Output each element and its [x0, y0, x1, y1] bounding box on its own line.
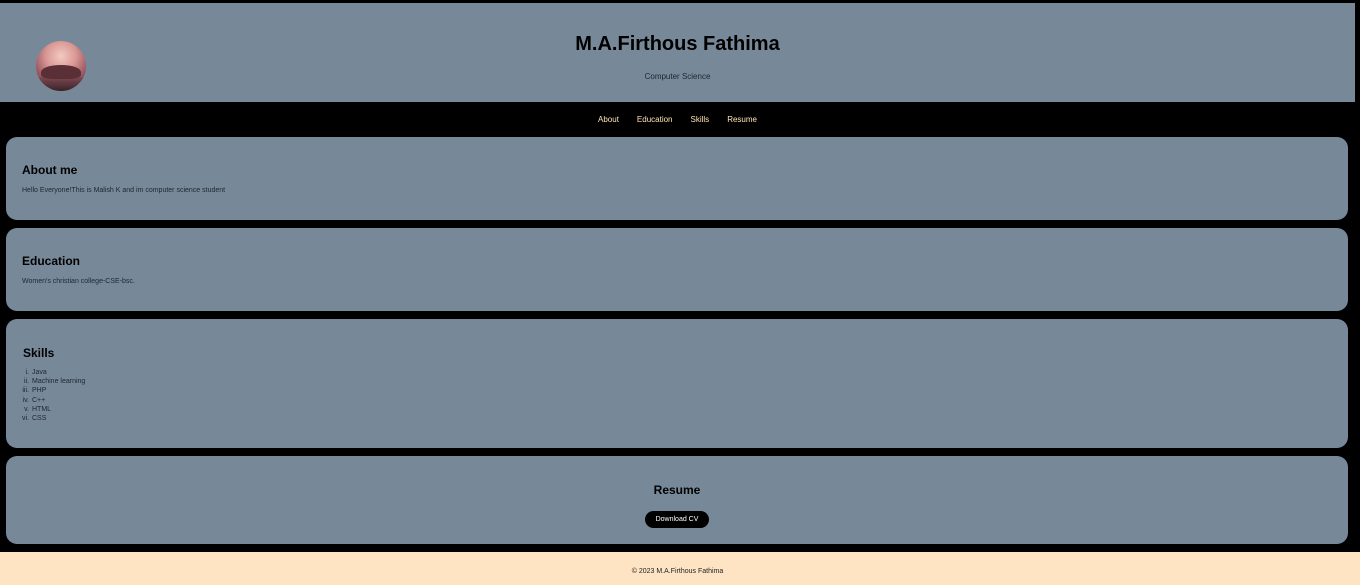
list-item: ii. Machine learning: [10, 377, 85, 386]
about-heading: About me: [22, 163, 78, 177]
list-item-number: iii.: [22, 387, 29, 395]
main-nav: About Education Skills Resume: [0, 114, 1355, 126]
list-item-number: v.: [24, 405, 29, 413]
list-item-number: iv.: [22, 396, 29, 404]
list-item: vi. CSS: [10, 414, 85, 423]
list-item-label: C++: [32, 396, 46, 404]
nav-link-resume[interactable]: Resume: [727, 114, 757, 126]
list-item-label: Machine learning: [32, 378, 86, 386]
education-text: Women's christian college-CSE-bsc.: [22, 278, 135, 285]
skills-list: i. Java ii. Machine learning iii. PHP iv. C+…: [10, 368, 85, 423]
list-item-label: HTML: [32, 405, 52, 413]
nav-link-about[interactable]: About: [598, 114, 619, 126]
list-item-number: i.: [25, 369, 30, 376]
list-item: v. HTML: [10, 405, 85, 414]
site-footer: © 2023 M.A.Firthous Fathima: [0, 552, 1360, 585]
footer-copyright: © 2023 M.A.Firthous Fathima: [631, 568, 724, 575]
page-title: M.A.Firthous Fathima: [575, 33, 780, 55]
list-item-number: ii.: [23, 378, 29, 386]
download-cv-button[interactable]: Download CV: [645, 511, 709, 528]
skills-heading: Skills: [23, 346, 55, 360]
resume-heading: Resume: [653, 483, 701, 497]
education-heading: Education: [22, 254, 81, 268]
education-section: Education Women's christian college-CSE-…: [6, 228, 1348, 311]
skills-section: Skills i. Java ii. Machine learning iii. PH…: [6, 319, 1348, 448]
resume-section: Resume Download CV: [6, 456, 1348, 544]
list-item: iv. C++: [10, 396, 85, 405]
about-section: About me Hello Everyone!This is Malish K…: [6, 137, 1348, 220]
page-subtitle: Computer Science: [644, 72, 711, 81]
site-header: M.A.Firthous Fathima Computer Science: [0, 3, 1355, 102]
list-item-label: PHP: [32, 387, 47, 395]
about-text: Hello Everyone!This is Malish K and im c…: [22, 187, 226, 194]
nav-link-education[interactable]: Education: [637, 114, 673, 126]
nav-link-skills[interactable]: Skills: [691, 114, 710, 126]
list-item-label: Java: [32, 369, 47, 376]
list-item: i. Java: [10, 368, 85, 377]
list-item: iii. PHP: [10, 386, 85, 395]
list-item-number: vi.: [22, 414, 29, 422]
list-item-label: CSS: [32, 414, 47, 422]
